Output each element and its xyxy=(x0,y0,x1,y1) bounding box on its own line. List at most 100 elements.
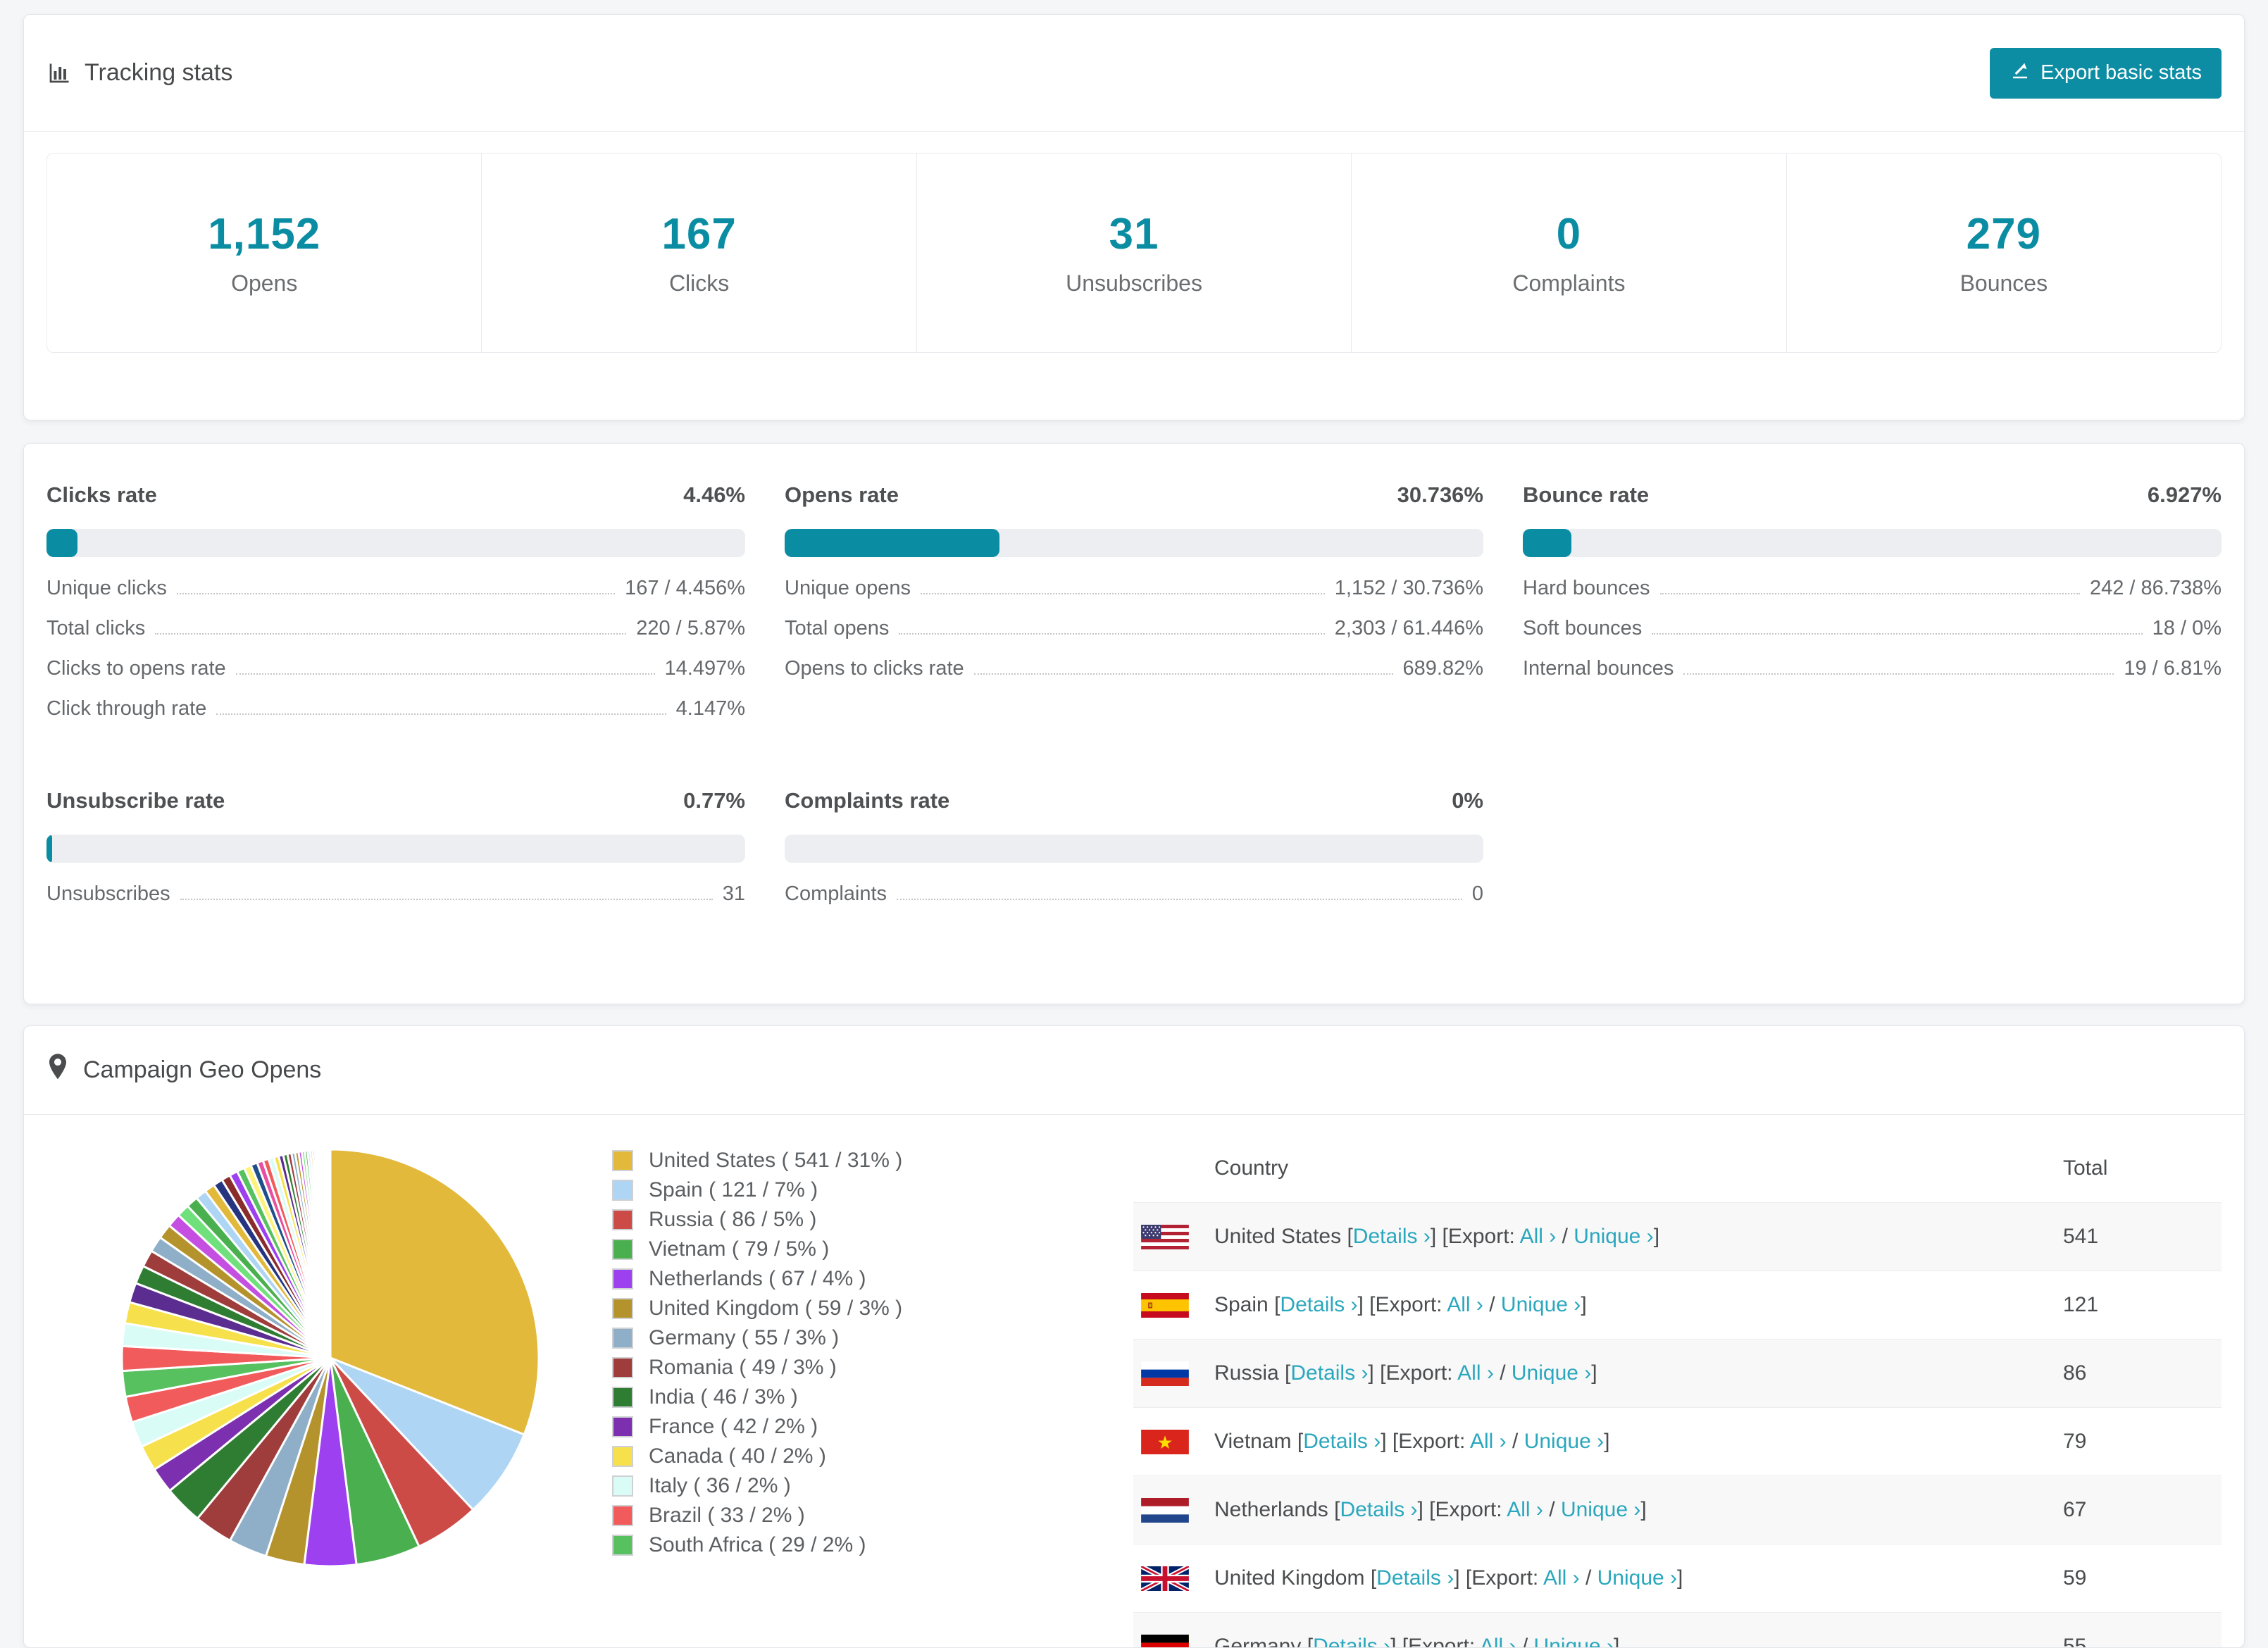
progress-fill xyxy=(46,529,77,557)
legend-swatch xyxy=(612,1475,633,1497)
stat-list-label: Clicks to opens rate xyxy=(46,657,226,680)
section-title: Unsubscribe rate xyxy=(46,788,225,813)
stat-label: Opens xyxy=(231,270,297,296)
legend-label: Canada ( 40 / 2% ) xyxy=(649,1444,826,1468)
details-link[interactable]: Details › xyxy=(1303,1430,1381,1453)
stat-list-value: 167 / 4.456% xyxy=(625,577,745,600)
export-all-link[interactable]: All › xyxy=(1520,1225,1557,1248)
export-all-link[interactable]: All › xyxy=(1480,1635,1516,1648)
stat-list-value: 689.82% xyxy=(1403,657,1484,680)
country-name: United States xyxy=(1214,1225,1341,1248)
campaign-geo-opens-card: Campaign Geo Opens United States ( 541 /… xyxy=(23,1025,2245,1648)
stat-list-label: Soft bounces xyxy=(1523,617,1642,640)
dotted-leader xyxy=(899,633,1324,635)
dotted-leader xyxy=(216,713,666,715)
legend-label: Vietnam ( 79 / 5% ) xyxy=(649,1237,829,1261)
legend-label: Brazil ( 33 / 2% ) xyxy=(649,1504,805,1528)
legend-swatch xyxy=(612,1209,633,1230)
stat-cell: 31 Unsubscribes xyxy=(916,154,1351,352)
country-cell: Netherlands [Details ›] [Export: All › /… xyxy=(1189,1498,2063,1522)
country-name: United Kingdom xyxy=(1214,1566,1364,1590)
section-title: Clicks rate xyxy=(46,482,157,508)
legend-item: Netherlands ( 67 / 4% ) xyxy=(612,1264,1133,1294)
total-cell: 86 xyxy=(2063,1361,2222,1385)
legend-item: Spain ( 121 / 7% ) xyxy=(612,1175,1133,1205)
legend-swatch xyxy=(612,1535,633,1556)
country-flag-icon xyxy=(1133,1293,1189,1318)
legend-label: Italy ( 36 / 2% ) xyxy=(649,1474,791,1498)
legend-swatch xyxy=(612,1416,633,1437)
country-name: Russia xyxy=(1214,1361,1279,1385)
tracking-stats-title: Tracking stats xyxy=(46,59,232,87)
legend-item: India ( 46 / 3% ) xyxy=(612,1382,1133,1412)
progress-bar xyxy=(46,529,745,557)
complaints-rate-section: Complaints rate 0% Complaints 0 xyxy=(785,788,1483,923)
stat-list-row: Hard bounces 242 / 86.738% xyxy=(1523,577,2222,617)
total-cell: 55 xyxy=(2063,1635,2222,1648)
legend-label: Spain ( 121 / 7% ) xyxy=(649,1178,818,1202)
country-name: Germany xyxy=(1214,1635,1301,1648)
stat-list-label: Total clicks xyxy=(46,617,145,640)
stat-list-row: Unsubscribes 31 xyxy=(46,882,745,923)
country-cell: Spain [Details ›] [Export: All › / Uniqu… xyxy=(1189,1293,2063,1317)
legend-label: United Kingdom ( 59 / 3% ) xyxy=(649,1297,902,1321)
legend-label: India ( 46 / 3% ) xyxy=(649,1385,798,1409)
dotted-leader xyxy=(974,673,1393,675)
export-unique-link[interactable]: Unique › xyxy=(1597,1566,1677,1590)
table-row: Germany [Details ›] [Export: All › / Uni… xyxy=(1133,1612,2222,1648)
section-title: Bounce rate xyxy=(1523,482,1649,508)
table-row: Spain [Details ›] [Export: All › / Uniqu… xyxy=(1133,1271,2222,1339)
details-link[interactable]: Details › xyxy=(1313,1635,1390,1648)
export-unique-link[interactable]: Unique › xyxy=(1534,1635,1614,1648)
legend-item: France ( 42 / 2% ) xyxy=(612,1412,1133,1442)
section-value: 30.736% xyxy=(1397,482,1483,508)
stat-list-value: 31 xyxy=(723,882,745,906)
details-link[interactable]: Details › xyxy=(1280,1293,1357,1316)
stat-list-row: Opens to clicks rate 689.82% xyxy=(785,657,1483,697)
export-unique-link[interactable]: Unique › xyxy=(1512,1361,1591,1385)
export-icon xyxy=(2010,60,2031,87)
details-link[interactable]: Details › xyxy=(1353,1225,1431,1248)
export-all-link[interactable]: All › xyxy=(1507,1498,1543,1521)
legend-item: South Africa ( 29 / 2% ) xyxy=(612,1530,1133,1560)
country-name: Spain xyxy=(1214,1293,1269,1316)
stat-list-value: 2,303 / 61.446% xyxy=(1335,617,1483,640)
table-row: United States [Details ›] [Export: All ›… xyxy=(1133,1202,2222,1271)
export-unique-link[interactable]: Unique › xyxy=(1524,1430,1604,1453)
stat-list-value: 14.497% xyxy=(665,657,746,680)
progress-bar xyxy=(46,835,745,863)
export-all-link[interactable]: All › xyxy=(1447,1293,1483,1316)
export-unique-link[interactable]: Unique › xyxy=(1501,1293,1581,1316)
details-link[interactable]: Details › xyxy=(1376,1566,1454,1590)
legend-item: Italy ( 36 / 2% ) xyxy=(612,1471,1133,1501)
details-link[interactable]: Details › xyxy=(1340,1498,1417,1521)
legend-item: Russia ( 86 / 5% ) xyxy=(612,1205,1133,1235)
geo-pie-chart xyxy=(24,1115,612,1573)
geo-table: Country Total United States [Details ›] … xyxy=(1133,1135,2222,1648)
section-value: 4.46% xyxy=(683,482,745,508)
legend-swatch xyxy=(612,1328,633,1349)
export-basic-stats-button[interactable]: Export basic stats xyxy=(1990,48,2222,99)
export-all-link[interactable]: All › xyxy=(1543,1566,1580,1590)
export-all-link[interactable]: All › xyxy=(1457,1361,1494,1385)
tracking-stats-header: Tracking stats Export basic stats xyxy=(24,15,2244,132)
legend-item: United States ( 541 / 31% ) xyxy=(612,1146,1133,1175)
total-cell: 59 xyxy=(2063,1566,2222,1590)
legend-swatch xyxy=(612,1298,633,1319)
legend-item: Germany ( 55 / 3% ) xyxy=(612,1323,1133,1353)
details-link[interactable]: Details › xyxy=(1290,1361,1368,1385)
export-unique-link[interactable]: Unique › xyxy=(1561,1498,1640,1521)
progress-bar xyxy=(785,835,1483,863)
stat-cell: 0 Complaints xyxy=(1351,154,1786,352)
stat-label: Clicks xyxy=(669,270,729,296)
legend-swatch xyxy=(612,1446,633,1467)
dotted-leader xyxy=(236,673,655,675)
stat-list-row: Soft bounces 18 / 0% xyxy=(1523,617,2222,657)
legend-label: Germany ( 55 / 3% ) xyxy=(649,1326,839,1350)
bar-chart-icon xyxy=(46,61,72,86)
legend-item: Brazil ( 33 / 2% ) xyxy=(612,1501,1133,1530)
export-all-link[interactable]: All › xyxy=(1470,1430,1507,1453)
progress-bar xyxy=(1523,529,2222,557)
export-unique-link[interactable]: Unique › xyxy=(1574,1225,1653,1248)
legend-swatch xyxy=(612,1387,633,1408)
